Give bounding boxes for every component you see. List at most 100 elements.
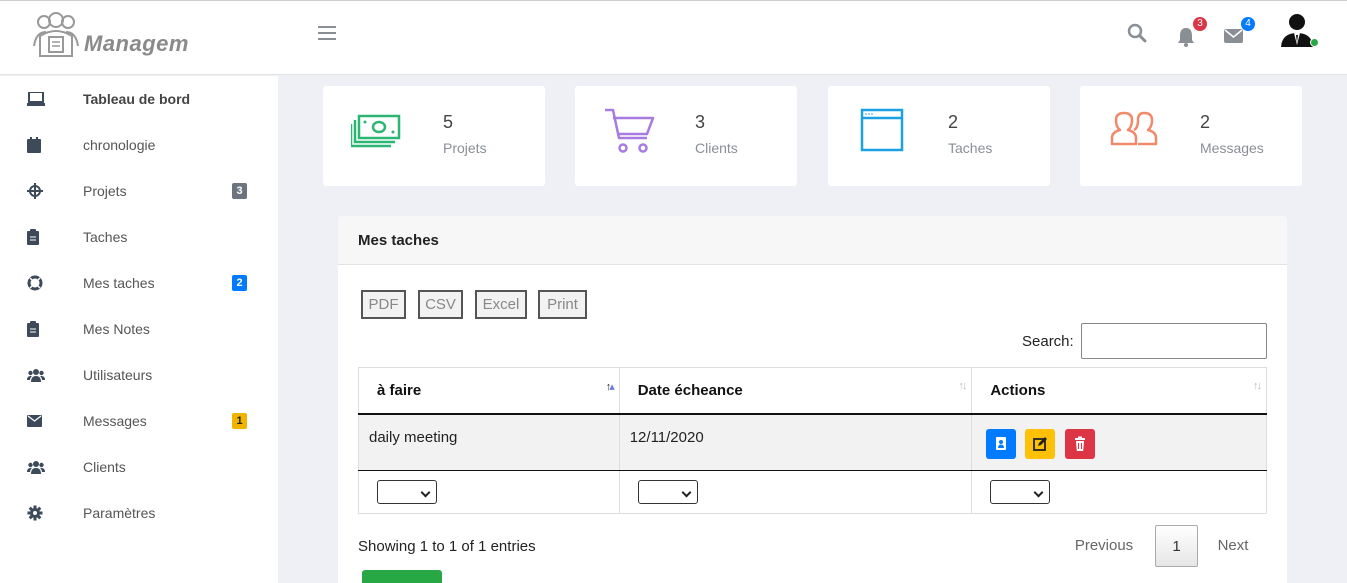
card-label: Taches (948, 140, 993, 156)
column-header-a-faire[interactable]: à faire ↑▴ (358, 367, 620, 415)
card-value: 2 (1200, 112, 1211, 132)
edit-icon (1033, 436, 1048, 451)
column-header-label: Date écheance (637, 381, 743, 399)
laptop-icon (27, 92, 45, 106)
export-csv-button[interactable]: CSV (418, 290, 463, 319)
bell-icon[interactable] (1177, 27, 1199, 49)
life-ring-icon (27, 275, 43, 291)
card-label: Clients (695, 140, 738, 156)
column-header-label: Actions (990, 381, 1046, 399)
sidebar-item-label: Paramètres (83, 505, 156, 521)
card-label: Projets (443, 140, 487, 156)
search-input[interactable] (1081, 323, 1267, 359)
cart-icon (605, 108, 655, 153)
logo-icon (33, 12, 79, 57)
crosshair-icon (27, 183, 43, 199)
table-info: Showing 1 to 1 of 1 entries (358, 538, 536, 555)
sidebar-item-label: Messages (83, 413, 147, 429)
gear-icon (27, 505, 43, 521)
notifications-badge: 3 (1193, 17, 1207, 31)
top-navbar: Managem 3 4 (0, 0, 1347, 75)
window-icon (860, 108, 904, 152)
stat-card-taches[interactable]: 2 Taches (828, 86, 1050, 186)
tasks-table: à faire ↑▴ Date écheance ↑↓ Actions ↑↓ d… (358, 367, 1267, 514)
sort-asc-icon: ↑▴ (605, 381, 615, 393)
export-pdf-button[interactable]: PDF (361, 290, 406, 319)
sidebar-item-tableau-de-bord[interactable]: Tableau de bord (0, 76, 278, 122)
brand-name: Managem (84, 31, 189, 56)
cell-todo: daily meeting (358, 413, 620, 471)
sidebar-item-mes-taches[interactable]: Mes taches 2 (0, 260, 278, 306)
print-button[interactable]: Print (538, 290, 587, 319)
sidebar-item-label: Clients (83, 459, 126, 475)
filter-select-actions[interactable] (990, 480, 1051, 504)
view-button[interactable] (986, 428, 1017, 459)
sidebar-item-clients[interactable]: Clients (0, 444, 278, 490)
users-icon (27, 369, 45, 382)
trash-icon (1074, 436, 1085, 451)
sidebar-item-label: Taches (83, 229, 128, 245)
sidebar-item-label: Projets (83, 183, 127, 199)
filter-cell (971, 470, 1267, 514)
sidebar-item-taches[interactable]: Taches (0, 214, 278, 260)
sidebar-item-label: Utilisateurs (83, 367, 153, 383)
tasks-panel: Mes taches PDF CSV Excel Print Search: à… (338, 216, 1287, 583)
online-status-dot (1310, 38, 1319, 47)
sort-icon: ↑↓ (958, 380, 967, 392)
filter-select-due-date[interactable] (637, 480, 698, 504)
users-icon (1110, 111, 1158, 146)
mes-taches-count-badge: 2 (232, 275, 247, 291)
export-excel-button[interactable]: Excel (475, 290, 527, 319)
stat-card-projets[interactable]: 5 Projets (323, 86, 545, 186)
table-row: daily meeting 12/11/2020 (358, 413, 1267, 471)
sidebar-item-chronologie[interactable]: chronologie (0, 122, 278, 168)
sidebar-item-label: Mes Notes (83, 321, 150, 337)
pagination-next[interactable]: Next (1208, 525, 1258, 567)
messages-badge: 4 (1241, 17, 1255, 31)
sidebar-item-projets[interactable]: Projets 3 (0, 168, 278, 214)
sidebar-item-label: chronologie (83, 137, 156, 153)
panel-header: Mes taches (338, 216, 1287, 265)
search-label: Search: (1022, 333, 1074, 350)
sidebar-item-label: Mes taches (83, 275, 155, 291)
sort-icon: ↑↓ (1253, 380, 1262, 392)
users-icon (27, 461, 45, 474)
filter-select-todo[interactable] (377, 480, 437, 504)
pagination-previous[interactable]: Previous (1068, 525, 1140, 567)
clipboard-icon (27, 229, 39, 245)
envelope-icon (27, 415, 42, 427)
column-header-actions[interactable]: Actions ↑↓ (971, 367, 1267, 415)
delete-button[interactable] (1064, 428, 1095, 459)
sidebar-item-label: Tableau de bord (83, 91, 191, 107)
cell-actions (971, 413, 1267, 471)
sidebar-item-parametres[interactable]: Paramètres (0, 490, 278, 536)
cell-due-date: 12/11/2020 (618, 413, 972, 471)
messages-count-badge: 1 (232, 413, 247, 429)
projets-count-badge: 3 (232, 183, 247, 199)
menu-toggle-icon[interactable] (318, 26, 336, 42)
calendar-icon (27, 137, 41, 153)
clipboard-icon (27, 321, 39, 337)
money-icon (351, 114, 401, 148)
filter-cell (618, 470, 972, 514)
sidebar-item-utilisateurs[interactable]: Utilisateurs (0, 352, 278, 398)
stat-card-clients[interactable]: 3 Clients (575, 86, 797, 186)
sidebar: Tableau de bord chronologie Projets 3 Ta… (0, 76, 278, 583)
envelope-icon[interactable] (1224, 29, 1246, 51)
sidebar-item-mes-notes[interactable]: Mes Notes (0, 306, 278, 352)
column-header-label: à faire (377, 381, 422, 399)
stat-card-messages[interactable]: 2 Messages (1080, 86, 1302, 186)
card-value: 5 (443, 112, 454, 132)
contact-card-icon (996, 436, 1007, 450)
column-header-date-echeance[interactable]: Date écheance ↑↓ (618, 367, 972, 415)
search-icon[interactable] (1127, 23, 1149, 45)
filter-row (358, 470, 1267, 514)
edit-button[interactable] (1025, 428, 1056, 459)
card-value: 3 (695, 112, 706, 132)
sidebar-item-messages[interactable]: Messages 1 (0, 398, 278, 444)
pagination-page[interactable]: 1 (1155, 525, 1198, 567)
card-value: 2 (948, 112, 959, 132)
add-task-button[interactable] (362, 570, 442, 583)
card-label: Messages (1200, 140, 1264, 156)
panel-title: Mes taches (358, 232, 439, 249)
